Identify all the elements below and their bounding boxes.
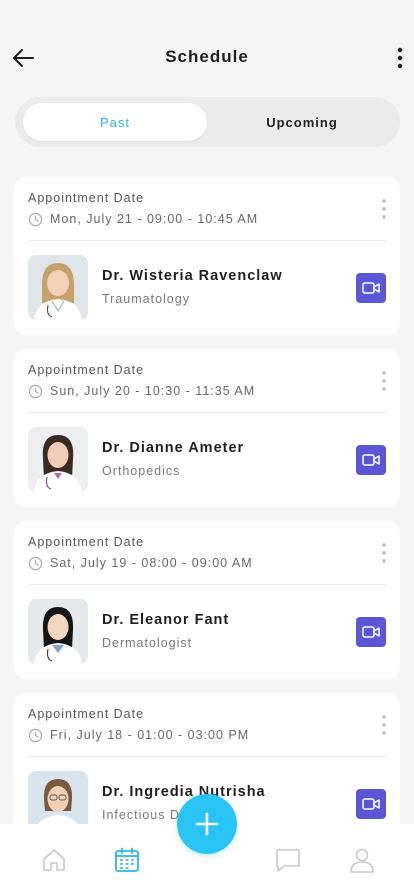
doctor-avatar xyxy=(28,255,88,320)
card-more-icon[interactable] xyxy=(380,713,388,737)
clock-icon xyxy=(28,728,43,743)
divider xyxy=(28,240,386,241)
doctor-avatar xyxy=(28,427,88,492)
clock-icon xyxy=(28,212,43,227)
doctor-name: Dr. Eleanor Fant xyxy=(102,612,230,628)
plus-icon xyxy=(195,812,219,836)
calendar-icon[interactable] xyxy=(113,846,141,874)
profile-icon[interactable] xyxy=(348,846,376,874)
card-more-icon[interactable] xyxy=(380,197,388,221)
appointment-date-label: Appointment Date xyxy=(28,363,145,377)
page-title: Schedule xyxy=(165,47,249,66)
schedule-tabs: Past Upcoming xyxy=(15,97,400,147)
doctor-specialty: Dermatologist xyxy=(102,636,193,650)
divider xyxy=(28,412,386,413)
appointment-date-label: Appointment Date xyxy=(28,707,145,721)
appointment-date-value: Fri, July 18 - 01:00 - 03:00 PM xyxy=(50,728,250,742)
video-call-button[interactable] xyxy=(356,273,386,303)
appointment-date-value: Mon, July 21 - 09:00 - 10:45 AM xyxy=(50,212,259,226)
appointment-date-value: Sun, July 20 - 10:30 - 11:35 AM xyxy=(50,384,256,398)
header: Schedule xyxy=(0,0,414,100)
video-call-button[interactable] xyxy=(356,445,386,475)
doctor-avatar xyxy=(28,599,88,664)
add-appointment-button[interactable] xyxy=(177,794,237,854)
doctor-name: Dr. Ingredia Nutrisha xyxy=(102,784,266,800)
appointment-date-label: Appointment Date xyxy=(28,191,145,205)
video-camera-icon xyxy=(362,282,380,294)
doctor-name: Dr. Wisteria Ravenclaw xyxy=(102,268,283,284)
doctor-specialty: Traumatology xyxy=(102,292,190,306)
tab-past[interactable]: Past xyxy=(23,103,207,141)
card-more-icon[interactable] xyxy=(380,369,388,393)
more-vertical-icon[interactable] xyxy=(392,44,408,72)
chat-icon[interactable] xyxy=(274,846,302,874)
video-call-button[interactable] xyxy=(356,789,386,819)
divider xyxy=(28,584,386,585)
card-more-icon[interactable] xyxy=(380,541,388,565)
appointment-card[interactable]: Appointment Date Sun, July 20 - 10:30 - … xyxy=(14,349,400,507)
appointment-card[interactable]: Appointment Date Mon, July 21 - 09:00 - … xyxy=(14,177,400,335)
clock-icon xyxy=(28,556,43,571)
appointment-date-value: Sat, July 19 - 08:00 - 09:00 AM xyxy=(50,556,253,570)
video-call-button[interactable] xyxy=(356,617,386,647)
doctor-name: Dr. Dianne Ameter xyxy=(102,440,245,456)
video-camera-icon xyxy=(362,626,380,638)
appointment-card[interactable]: Appointment Date Sat, July 19 - 08:00 - … xyxy=(14,521,400,679)
doctor-specialty: Orthopedics xyxy=(102,464,181,478)
home-icon[interactable] xyxy=(40,846,68,874)
video-camera-icon xyxy=(362,454,380,466)
divider xyxy=(28,756,386,757)
video-camera-icon xyxy=(362,798,380,810)
clock-icon xyxy=(28,384,43,399)
tab-upcoming[interactable]: Upcoming xyxy=(210,103,394,141)
appointment-date-label: Appointment Date xyxy=(28,535,145,549)
